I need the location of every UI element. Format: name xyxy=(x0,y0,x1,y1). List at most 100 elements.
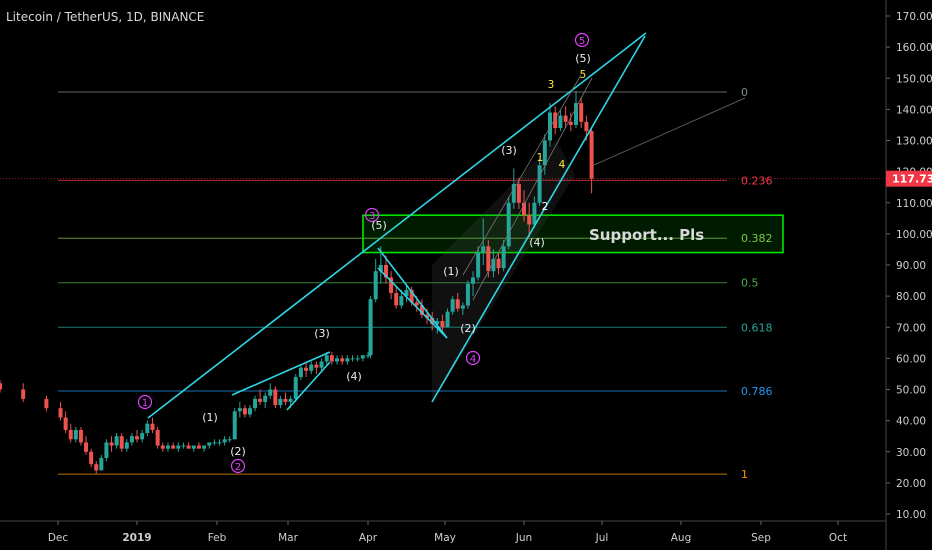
major-wave-label: 1 xyxy=(142,398,148,409)
candle-body xyxy=(537,165,542,203)
candle xyxy=(140,429,145,443)
candle-body xyxy=(309,364,314,371)
support-zone-box[interactable] xyxy=(362,214,784,254)
candle-body xyxy=(44,398,49,409)
candle xyxy=(119,433,124,452)
candle xyxy=(345,355,350,365)
candle-body xyxy=(283,398,288,402)
candle xyxy=(258,389,263,406)
price-tick-label: 80.00 xyxy=(896,291,926,303)
sub-wave-label: 1 xyxy=(537,152,544,164)
candle-body xyxy=(548,112,552,141)
chart-window: 00.2360.3820.50.6180.7861Support... Pls … xyxy=(0,0,932,550)
candle-body xyxy=(355,358,360,360)
time-tick-label: 2019 xyxy=(122,532,151,544)
time-tick-label: Mar xyxy=(278,532,298,544)
candle-body xyxy=(202,445,207,449)
candle xyxy=(124,439,129,452)
candle xyxy=(21,383,26,402)
candle xyxy=(350,355,355,362)
candle-body xyxy=(247,408,252,415)
candle-body xyxy=(335,358,340,362)
last-price-label: 117.73 xyxy=(892,173,932,186)
price-tick-label: 150.00 xyxy=(896,73,932,85)
candle xyxy=(237,401,242,418)
candle-body xyxy=(191,445,196,449)
candle-body xyxy=(129,436,134,443)
candle-body xyxy=(109,442,114,446)
candle xyxy=(73,426,78,443)
sub-wave-label: 5 xyxy=(580,69,587,81)
candle xyxy=(309,361,314,374)
candle xyxy=(129,433,134,446)
candle-body xyxy=(222,439,227,443)
candle xyxy=(537,159,542,206)
candle xyxy=(44,395,49,412)
minor-wave-label: (3) xyxy=(314,327,330,340)
candle-body xyxy=(293,377,298,399)
candle xyxy=(263,392,268,409)
candle xyxy=(389,271,394,300)
candle xyxy=(0,380,2,393)
candle-body xyxy=(584,121,589,132)
sub-wave-label: 2 xyxy=(542,201,549,213)
candle xyxy=(99,454,104,471)
candle xyxy=(247,405,252,418)
candle-body xyxy=(589,131,594,179)
price-tick-label: 90.00 xyxy=(896,260,926,272)
candle xyxy=(232,408,237,440)
price-tick-label: 110.00 xyxy=(896,198,932,210)
wedge-upper-line-1[interactable] xyxy=(231,351,331,396)
inner-channel-line-2 xyxy=(472,77,593,301)
time-tick-label: Apr xyxy=(359,532,378,544)
candle xyxy=(68,423,73,443)
fib-level-label: 0.786 xyxy=(741,385,773,398)
candle-body xyxy=(58,408,63,418)
price-tick-label: 50.00 xyxy=(896,385,926,397)
sub-wave-label: 4 xyxy=(559,159,566,171)
candle-body xyxy=(465,283,470,306)
candle-body xyxy=(78,429,83,443)
candle xyxy=(465,280,470,309)
time-tick-label: Dec xyxy=(48,532,69,544)
candle-body xyxy=(496,258,501,269)
projection-line[interactable] xyxy=(593,97,746,166)
candle-body xyxy=(165,445,170,449)
candle-body xyxy=(104,442,109,458)
candle-body xyxy=(253,398,258,409)
major-wave-label: 4 xyxy=(470,354,476,365)
candle-body xyxy=(542,140,547,166)
time-tick-label: May xyxy=(434,532,456,544)
major-wave-label: 5 xyxy=(579,36,585,47)
candle-body xyxy=(155,429,160,446)
time-tick-label: Jul xyxy=(595,532,609,544)
candle xyxy=(329,352,334,365)
candle-body xyxy=(558,115,563,129)
minor-wave-label: (5) xyxy=(371,219,387,232)
candle-body xyxy=(181,445,186,447)
candle xyxy=(253,395,258,412)
candle-body xyxy=(176,445,181,449)
chart-title: Litecoin / TetherUS, 1D, BINANCE xyxy=(6,10,205,24)
time-tick-label: Aug xyxy=(671,532,692,544)
candle-body xyxy=(373,271,378,300)
candle xyxy=(202,445,207,452)
candle xyxy=(63,411,68,434)
sub-wave-label: 3 xyxy=(548,79,555,91)
fib-level-label: 0 xyxy=(741,86,748,99)
minor-wave-label: (1) xyxy=(202,411,218,424)
price-tick-label: 160.00 xyxy=(896,42,932,54)
candle xyxy=(114,433,119,449)
minor-wave-label: (3) xyxy=(501,144,517,157)
wedge-lower-line-1[interactable] xyxy=(286,361,331,411)
candle-body xyxy=(486,246,491,272)
candle-body xyxy=(89,451,94,465)
candle-body xyxy=(63,417,68,430)
time-tick-label: Oct xyxy=(829,532,847,544)
candle xyxy=(373,258,378,303)
candle xyxy=(419,299,424,318)
price-chart[interactable]: 00.2360.3820.50.6180.7861Support... Pls … xyxy=(0,0,932,550)
price-tick-label: 70.00 xyxy=(896,322,926,334)
fib-level-label: 1 xyxy=(741,468,748,481)
candle xyxy=(242,405,247,418)
